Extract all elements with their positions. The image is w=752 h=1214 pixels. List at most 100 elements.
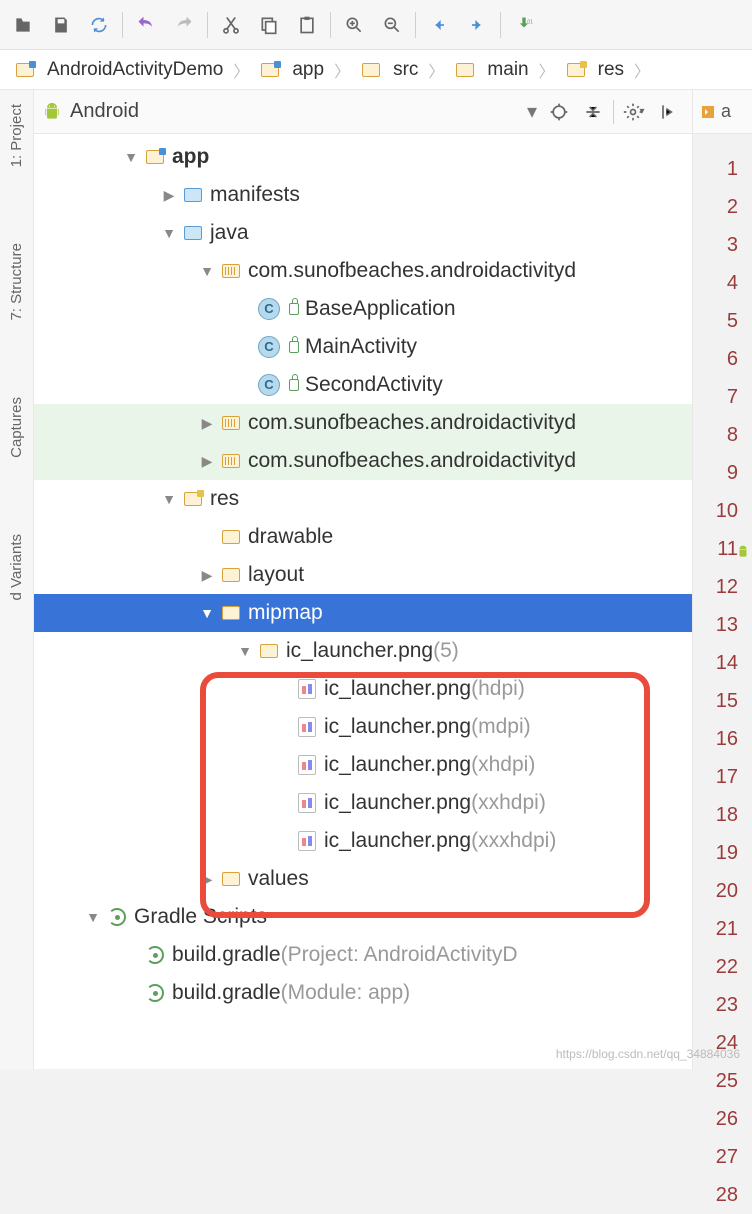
tree-suffix: (Module: app) bbox=[281, 974, 411, 1012]
download-icon[interactable]: 01 bbox=[507, 8, 541, 42]
tree-row[interactable]: ▼com.sunofbeaches.androidactivityd bbox=[34, 252, 692, 290]
back-icon[interactable] bbox=[422, 8, 456, 42]
expand-arrow-icon[interactable]: ▼ bbox=[198, 594, 216, 632]
tree-icon bbox=[220, 260, 242, 282]
tree-row[interactable]: ▼ic_launcher.png (5) bbox=[34, 632, 692, 670]
tree-row[interactable]: build.gradle (Module: app) bbox=[34, 974, 692, 1012]
side-tab-project[interactable]: 1: Project bbox=[8, 96, 25, 175]
tree-label: com.sunofbeaches.androidactivityd bbox=[248, 404, 576, 442]
line-number: 23 bbox=[716, 986, 738, 1024]
expand-arrow-icon[interactable]: ▼ bbox=[198, 252, 216, 290]
copy-icon[interactable] bbox=[252, 8, 286, 42]
line-number: 8 bbox=[716, 416, 738, 454]
crumb-label: main bbox=[487, 59, 528, 81]
tree-icon bbox=[182, 184, 204, 206]
expand-arrow-icon[interactable]: ▶ bbox=[160, 176, 178, 214]
save-icon[interactable] bbox=[44, 8, 78, 42]
tree-row[interactable]: ▶layout bbox=[34, 556, 692, 594]
line-number: 16 bbox=[716, 720, 738, 758]
expand-arrow-icon[interactable]: ▶ bbox=[198, 556, 216, 594]
side-tab-captures[interactable]: Captures bbox=[8, 389, 25, 466]
tree-row[interactable]: ▶com.sunofbeaches.androidactivityd bbox=[34, 442, 692, 480]
sync-icon[interactable] bbox=[82, 8, 116, 42]
forward-icon[interactable] bbox=[460, 8, 494, 42]
collapse-icon[interactable] bbox=[577, 96, 609, 128]
tree-icon: C bbox=[258, 298, 280, 320]
tree-row[interactable]: ▶manifests bbox=[34, 176, 692, 214]
tree-icon: C bbox=[258, 336, 280, 358]
zoom-in-icon[interactable] bbox=[337, 8, 371, 42]
crumb-res[interactable]: res bbox=[559, 57, 630, 83]
lock-icon bbox=[289, 303, 299, 315]
side-tab-structure[interactable]: 7: Structure bbox=[8, 235, 25, 329]
undo-icon[interactable] bbox=[129, 8, 163, 42]
expand-arrow-icon[interactable]: ▼ bbox=[84, 898, 102, 936]
tree-icon bbox=[220, 564, 242, 586]
paste-icon[interactable] bbox=[290, 8, 324, 42]
tree-label: ic_launcher.png bbox=[286, 632, 433, 670]
line-number: 15 bbox=[716, 682, 738, 720]
separator bbox=[122, 12, 123, 38]
project-tree[interactable]: ▼app▶manifests▼java▼com.sunofbeaches.and… bbox=[34, 134, 692, 1069]
crumb-app[interactable]: app bbox=[253, 57, 330, 83]
line-number: 27 bbox=[716, 1138, 738, 1176]
gutter-mark-android-icon bbox=[736, 542, 750, 556]
cut-icon[interactable] bbox=[214, 8, 248, 42]
line-number: 7 bbox=[716, 378, 738, 416]
tree-label: mipmap bbox=[248, 594, 323, 632]
tree-row[interactable]: ▼ java bbox=[34, 214, 692, 252]
tree-icon bbox=[258, 640, 280, 662]
redo-icon[interactable] bbox=[167, 8, 201, 42]
breadcrumb: AndroidActivityDemo 〉 app 〉 src 〉 main 〉… bbox=[0, 50, 752, 90]
separator bbox=[500, 12, 501, 38]
target-icon[interactable] bbox=[543, 96, 575, 128]
tree-row[interactable]: ▼ mipmap bbox=[34, 594, 692, 632]
svg-text:01: 01 bbox=[527, 19, 533, 25]
line-number: 4 bbox=[716, 264, 738, 302]
line-number: 20 bbox=[716, 872, 738, 910]
tree-row[interactable]: build.gradle (Project: AndroidActivityD bbox=[34, 936, 692, 974]
tree-row[interactable]: CSecondActivity bbox=[34, 366, 692, 404]
view-selector-label: Android bbox=[70, 100, 139, 123]
tree-row[interactable]: drawable bbox=[34, 518, 692, 556]
line-number: 18 bbox=[716, 796, 738, 834]
open-icon[interactable] bbox=[6, 8, 40, 42]
expand-arrow-icon[interactable]: ▼ bbox=[160, 214, 178, 252]
tree-icon: C bbox=[258, 374, 280, 396]
separator bbox=[613, 100, 614, 124]
line-number: 10 bbox=[716, 492, 738, 530]
tree-icon bbox=[182, 222, 204, 244]
zoom-out-icon[interactable] bbox=[375, 8, 409, 42]
hide-icon[interactable] bbox=[652, 96, 684, 128]
expand-arrow-icon[interactable]: ▼ bbox=[236, 632, 254, 670]
line-number: 1 bbox=[716, 150, 738, 188]
expand-arrow-icon[interactable]: ▼ bbox=[160, 480, 178, 518]
expand-arrow-icon[interactable]: ▶ bbox=[198, 404, 216, 442]
line-number: 28 bbox=[716, 1176, 738, 1214]
line-number: 12 bbox=[716, 568, 738, 606]
crumb-src[interactable]: src bbox=[354, 57, 424, 83]
line-number: 17 bbox=[716, 758, 738, 796]
crumb-label: src bbox=[393, 59, 418, 81]
chevron-right-icon: 〉 bbox=[334, 58, 350, 82]
side-tool-tabs: 1: Project 7: Structure Captures d Varia… bbox=[0, 90, 34, 1069]
tree-row[interactable]: ▼app bbox=[34, 138, 692, 176]
editor-tab[interactable]: a bbox=[693, 90, 752, 134]
side-tab-variants[interactable]: d Variants bbox=[8, 526, 25, 608]
view-selector[interactable]: Android ▾ bbox=[42, 99, 537, 124]
line-number: 25 bbox=[716, 1062, 738, 1100]
annotation-box bbox=[200, 672, 650, 918]
gear-icon[interactable]: ▾ bbox=[618, 96, 650, 128]
tree-row[interactable]: ▶ com.sunofbeaches.androidactivityd bbox=[34, 404, 692, 442]
tree-icon bbox=[106, 906, 128, 928]
expand-arrow-icon[interactable]: ▼ bbox=[122, 138, 140, 176]
expand-arrow-icon[interactable]: ▶ bbox=[198, 442, 216, 480]
tree-label: java bbox=[210, 214, 249, 252]
crumb-main[interactable]: main bbox=[448, 57, 534, 83]
crumb-project[interactable]: AndroidActivityDemo bbox=[8, 57, 229, 83]
separator bbox=[330, 12, 331, 38]
tree-row[interactable]: CMainActivity bbox=[34, 328, 692, 366]
tree-row[interactable]: CBaseApplication bbox=[34, 290, 692, 328]
tree-row[interactable]: ▼res bbox=[34, 480, 692, 518]
line-number: 11 bbox=[716, 530, 738, 568]
